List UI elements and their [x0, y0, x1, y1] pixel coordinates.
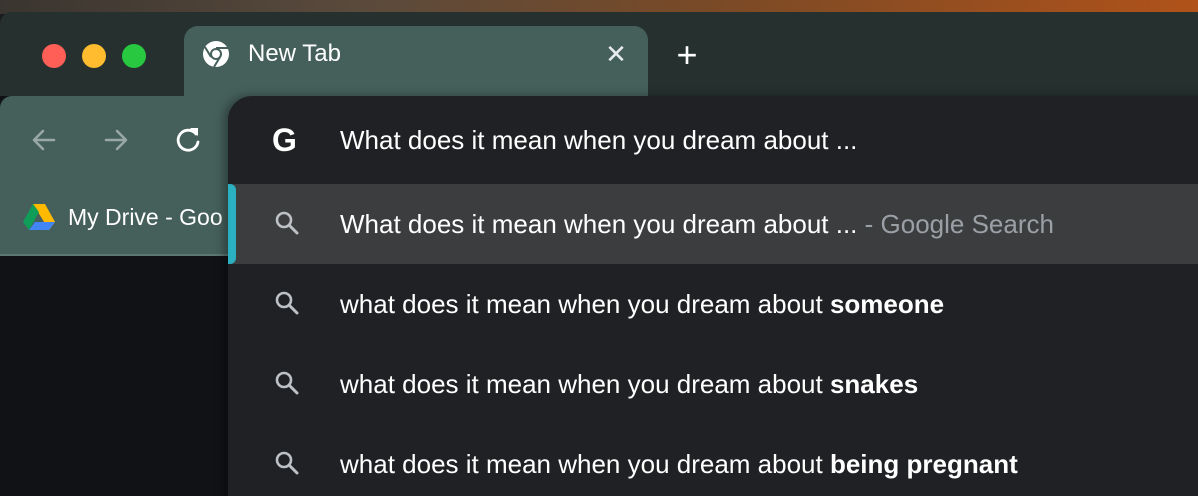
search-icon — [275, 451, 299, 475]
search-icon — [275, 371, 299, 395]
suggestion-meta: - Google Search — [857, 209, 1054, 239]
suggestion-text: what does it mean when you dream about b… — [340, 449, 1018, 479]
suggestion-row[interactable]: what does it mean when you dream about s… — [228, 264, 1198, 344]
search-icon — [275, 291, 299, 315]
omnibox-input[interactable]: G What does it mean when you dream about… — [228, 96, 1198, 184]
google-g-icon: G — [272, 122, 297, 158]
suggestion-row[interactable]: What does it mean when you dream about .… — [228, 184, 1198, 264]
suggestion-row[interactable]: what does it mean when you dream about s… — [228, 344, 1198, 424]
plus-icon[interactable]: + — [670, 37, 704, 73]
tab-title: New Tab — [248, 40, 341, 67]
suggestion-completion: someone — [829, 289, 945, 319]
tab-new-tab[interactable]: New Tab ✕ — [184, 26, 648, 100]
suggestion-text: what does it mean when you dream about s… — [340, 369, 919, 399]
suggestion-row[interactable]: what does it mean when you dream about b… — [228, 424, 1198, 496]
chrome-icon — [203, 41, 229, 68]
browser-window: New Tab ✕ + My Drive - Goo G What does i… — [0, 12, 1198, 496]
reload-icon[interactable] — [172, 124, 204, 156]
arrow-right-icon[interactable] — [100, 124, 132, 156]
suggestion-completion: snakes — [829, 369, 919, 399]
suggestion-completion: being pregnant — [829, 449, 1018, 479]
google-drive-icon — [23, 204, 55, 230]
arrow-left-icon[interactable] — [28, 124, 60, 156]
selected-indicator — [228, 184, 236, 264]
omnibox-text[interactable]: What does it mean when you dream about .… — [340, 122, 857, 158]
search-icon — [275, 211, 299, 235]
minimize-window-button[interactable] — [82, 44, 106, 68]
close-icon[interactable]: ✕ — [602, 40, 630, 68]
fullscreen-window-button[interactable] — [122, 44, 146, 68]
bookmark-label: My Drive - Goo — [68, 204, 223, 230]
tab-strip: New Tab ✕ + — [0, 12, 1198, 100]
close-window-button[interactable] — [42, 44, 66, 68]
suggestion-text: What does it mean when you dream about .… — [340, 209, 1054, 239]
omnibox-dropdown: G What does it mean when you dream about… — [228, 96, 1198, 496]
suggestion-text: what does it mean when you dream about s… — [340, 289, 945, 319]
